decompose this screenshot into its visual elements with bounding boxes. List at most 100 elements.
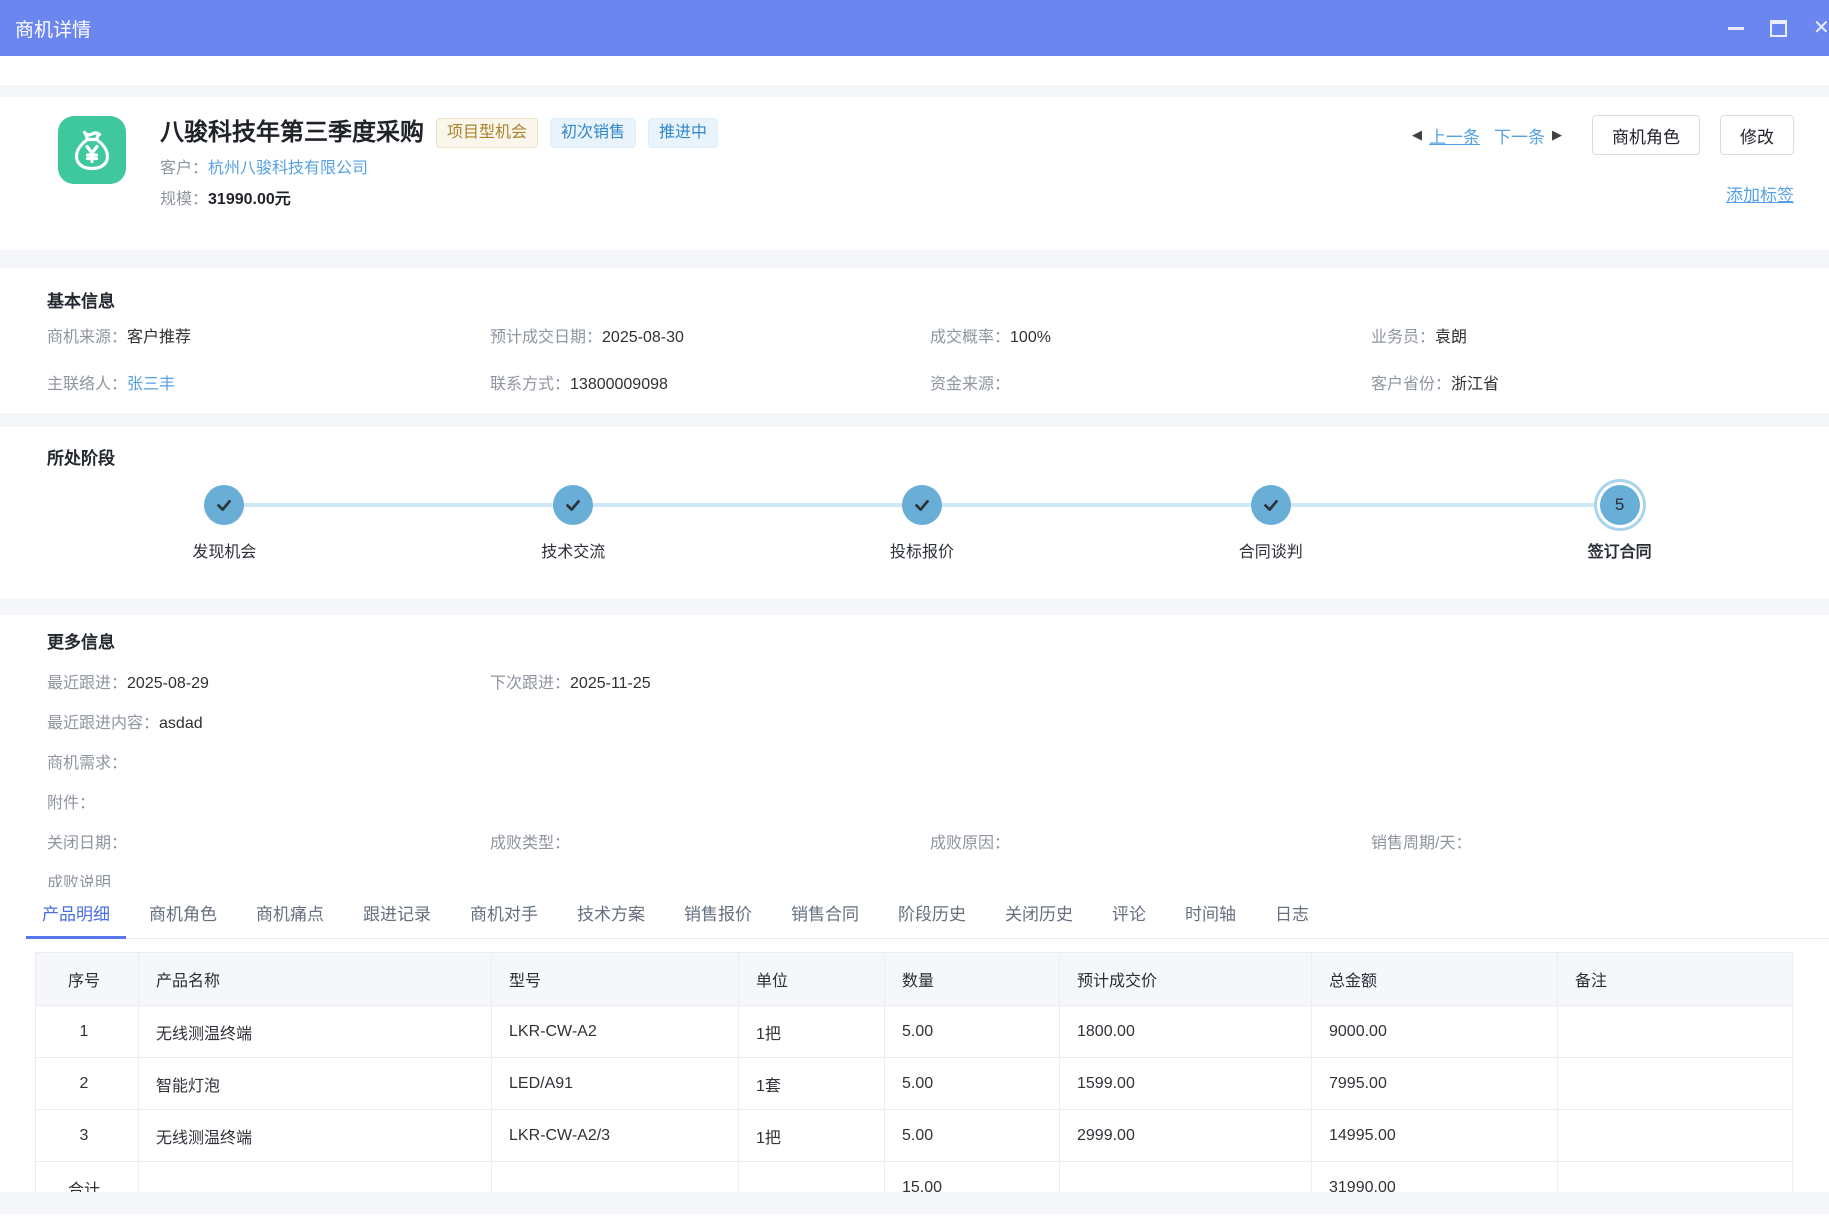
tab-logs[interactable]: 日志 [1259, 894, 1325, 938]
page-title: 八骏科技年第三季度采购 [160, 117, 424, 149]
col-total: 总金额 [1312, 953, 1558, 1006]
product-table: 序号 产品名称 型号 单位 数量 预计成交价 总金额 备注 1 无线测温终端 L… [35, 952, 1793, 1192]
field-expected-close-date: 预计成交日期：2025-08-30 [490, 327, 930, 349]
section-divider [0, 413, 1829, 427]
tab-sales-contract[interactable]: 销售合同 [775, 894, 875, 938]
opportunity-detail-window: 商机详情 ✕ 八骏科技年第三季度采购 项目型机会 初次销售 推进中 [0, 0, 1829, 1223]
col-index: 序号 [36, 953, 139, 1006]
col-expected-price: 预计成交价 [1060, 953, 1312, 1006]
col-product-name: 产品名称 [139, 953, 492, 1006]
basic-info-card: 基本信息 商机来源：客户推荐 预计成交日期：2025-08-30 成交概率：10… [0, 268, 1829, 413]
window-controls: ✕ [1728, 18, 1829, 38]
tag-opportunity-type: 项目型机会 [436, 118, 538, 148]
field-customer-province: 客户省份：浙江省 [1371, 374, 1782, 396]
stage-step-5-dot[interactable]: 5 [1600, 485, 1640, 525]
next-record-link[interactable]: 下一条 [1494, 123, 1545, 148]
stage-step-4: 合同谈判 [1096, 485, 1445, 564]
table-row: 3 无线测温终端 LKR-CW-A2/3 1把 5.00 2999.00 149… [36, 1110, 1793, 1162]
top-spacer [0, 56, 1829, 85]
table-row: 1 无线测温终端 LKR-CW-A2 1把 5.00 1800.00 9000.… [36, 1006, 1793, 1058]
customer-label: 客户： [160, 160, 208, 177]
tab-product-detail[interactable]: 产品明细 [26, 894, 126, 939]
tag-sale-type: 初次销售 [550, 118, 636, 148]
stage-step-2-dot[interactable] [553, 485, 593, 525]
stage-step-3-label: 投标报价 [890, 542, 954, 564]
window-titlebar: 商机详情 ✕ [0, 0, 1829, 56]
tab-technical-plan[interactable]: 技术方案 [561, 894, 661, 938]
col-quantity: 数量 [885, 953, 1060, 1006]
table-row: 2 智能灯泡 LED/A91 1套 5.00 1599.00 7995.00 [36, 1058, 1793, 1110]
section-divider [0, 250, 1829, 268]
money-bag-icon [58, 116, 126, 184]
stage-step-1-label: 发现机会 [192, 542, 256, 564]
field-attachment: 附件： [47, 792, 1782, 815]
section-divider [0, 85, 1829, 97]
field-main-contact: 主联络人：张三丰 [47, 374, 490, 396]
check-icon [213, 494, 235, 516]
tab-sales-quote[interactable]: 销售报价 [668, 894, 768, 938]
check-icon [1260, 494, 1282, 516]
stage-step-4-label: 合同谈判 [1239, 542, 1303, 564]
prev-arrow-icon[interactable]: ◀ [1412, 115, 1422, 155]
stage-step-5-label: 签订合同 [1588, 542, 1652, 564]
stage-step-1: 发现机会 [50, 485, 399, 564]
main-contact-link[interactable]: 张三丰 [127, 376, 175, 393]
maximize-icon[interactable] [1770, 20, 1787, 37]
section-divider [0, 598, 1829, 615]
col-model: 型号 [492, 953, 739, 1006]
field-recent-follow: 最近跟进：2025-08-29 [47, 672, 490, 695]
field-sales-cycle: 销售周期/天： [1371, 832, 1782, 855]
field-recent-content: 最近跟进内容：asdad [47, 712, 1782, 735]
more-info-card: 更多信息 最近跟进：2025-08-29 下次跟进：2025-11-25 最近跟… [0, 615, 1829, 1192]
scale-value: 31990.00元 [208, 191, 291, 208]
field-salesperson: 业务员：袁朗 [1371, 327, 1782, 349]
table-total-row: 合计 15.00 31990.00 [36, 1162, 1793, 1193]
tab-pain-points[interactable]: 商机痛点 [240, 894, 340, 938]
prev-record-link[interactable]: 上一条 [1429, 123, 1480, 148]
tab-opportunity-role[interactable]: 商机角色 [133, 894, 233, 938]
customer-row: 客户：杭州八骏科技有限公司 [160, 158, 718, 180]
tab-close-history[interactable]: 关闭历史 [989, 894, 1089, 938]
check-icon [562, 494, 584, 516]
stage-step-4-dot[interactable] [1251, 485, 1291, 525]
stage-step-3: 投标报价 [748, 485, 1097, 564]
tab-stage-history[interactable]: 阶段历史 [882, 894, 982, 938]
customer-link[interactable]: 杭州八骏科技有限公司 [208, 160, 368, 177]
stage-heading: 所处阶段 [0, 427, 1829, 471]
col-remark: 备注 [1558, 953, 1793, 1006]
minimize-icon[interactable] [1728, 27, 1744, 30]
add-tag-link[interactable]: 添加标签 [1726, 186, 1794, 205]
tab-competitors[interactable]: 商机对手 [454, 894, 554, 938]
stage-step-1-dot[interactable] [204, 485, 244, 525]
header-actions: ◀ 上一条 下一条 ▶ 商机角色 修改 添加标签 [1412, 115, 1794, 206]
close-icon[interactable]: ✕ [1813, 18, 1829, 38]
bottom-spacer [0, 1214, 1829, 1223]
field-result-note-clipped: 成败说明 [47, 872, 1782, 887]
table-header-row: 序号 产品名称 型号 单位 数量 预计成交价 总金额 备注 [36, 953, 1793, 1006]
edit-button[interactable]: 修改 [1720, 115, 1794, 155]
check-icon [911, 494, 933, 516]
field-demand: 商机需求： [47, 752, 1782, 775]
stage-step-5: 5 签订合同 [1445, 485, 1794, 564]
opportunity-role-button[interactable]: 商机角色 [1592, 115, 1700, 155]
tag-status: 推进中 [648, 118, 718, 148]
next-arrow-icon[interactable]: ▶ [1552, 115, 1562, 155]
stage-step-3-dot[interactable] [902, 485, 942, 525]
col-unit: 单位 [739, 953, 885, 1006]
field-fund-source: 资金来源： [930, 374, 1371, 396]
field-probability: 成交概率：100% [930, 327, 1371, 349]
tab-comments[interactable]: 评论 [1096, 894, 1162, 938]
field-result-reason: 成败原因： [930, 832, 1371, 855]
scale-row: 规模：31990.00元 [160, 189, 718, 211]
field-source: 商机来源：客户推荐 [47, 327, 490, 349]
stage-card: 所处阶段 发现机会 技术交流 投标报价 合同谈判 5 签订合同 [0, 427, 1829, 598]
tab-timeline[interactable]: 时间轴 [1169, 894, 1252, 938]
more-info-heading: 更多信息 [47, 615, 1782, 655]
field-close-date: 关闭日期： [47, 832, 490, 855]
tab-follow-records[interactable]: 跟进记录 [347, 894, 447, 938]
field-result-type: 成败类型： [490, 832, 930, 855]
stage-step-2: 技术交流 [399, 485, 748, 564]
basic-info-heading: 基本信息 [47, 268, 1782, 314]
detail-tabs: 产品明细 商机角色 商机痛点 跟进记录 商机对手 技术方案 销售报价 销售合同 … [26, 894, 1829, 939]
stage-stepper: 发现机会 技术交流 投标报价 合同谈判 5 签订合同 [50, 485, 1794, 564]
